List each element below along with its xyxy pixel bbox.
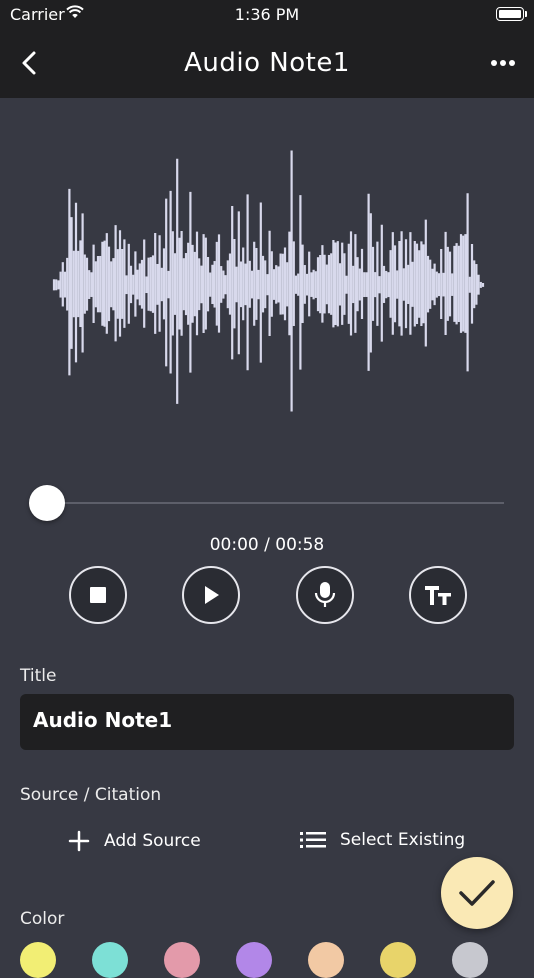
list-icon <box>300 832 326 848</box>
add-source-label: Add Source <box>104 831 201 851</box>
playback-slider-thumb[interactable] <box>29 485 65 521</box>
add-source-button[interactable]: Add Source <box>68 830 201 852</box>
record-button[interactable] <box>296 566 354 624</box>
microphone-icon <box>314 582 336 607</box>
status-time: 1:36 PM <box>234 5 300 24</box>
source-label: Source / Citation <box>20 785 162 805</box>
stop-icon <box>90 587 106 603</box>
color-swatch-1[interactable] <box>20 942 56 978</box>
select-existing-label: Select Existing <box>340 830 466 850</box>
checkmark-icon <box>459 880 495 906</box>
status-bar: Carrier 1:36 PM <box>0 0 534 30</box>
more-horizontal-icon[interactable] <box>490 58 516 68</box>
color-swatch-5[interactable] <box>308 942 344 978</box>
text-size-icon <box>425 586 451 605</box>
color-swatch-4[interactable] <box>236 942 272 978</box>
stop-button[interactable] <box>69 566 127 624</box>
color-swatch-3[interactable] <box>164 942 200 978</box>
time-readout: 00:00 / 00:58 <box>209 535 325 555</box>
color-swatch-6[interactable] <box>380 942 416 978</box>
audio-waveform <box>52 150 485 412</box>
play-button[interactable] <box>182 566 240 624</box>
color-swatch-2[interactable] <box>92 942 128 978</box>
navigation-bar: Audio Note1 <box>0 30 534 98</box>
color-swatch-7[interactable] <box>452 942 488 978</box>
color-label: Color <box>20 909 65 929</box>
battery-icon <box>496 7 527 21</box>
play-icon <box>205 586 219 604</box>
title-label: Title <box>20 666 57 686</box>
text-size-button[interactable] <box>409 566 467 624</box>
playback-slider-track[interactable] <box>48 502 504 504</box>
plus-icon <box>68 830 90 852</box>
title-input[interactable]: Audio Note1 <box>20 694 514 750</box>
select-existing-button[interactable]: Select Existing <box>300 830 465 850</box>
page-title: Audio Note1 <box>184 48 350 78</box>
confirm-button[interactable] <box>441 857 513 929</box>
